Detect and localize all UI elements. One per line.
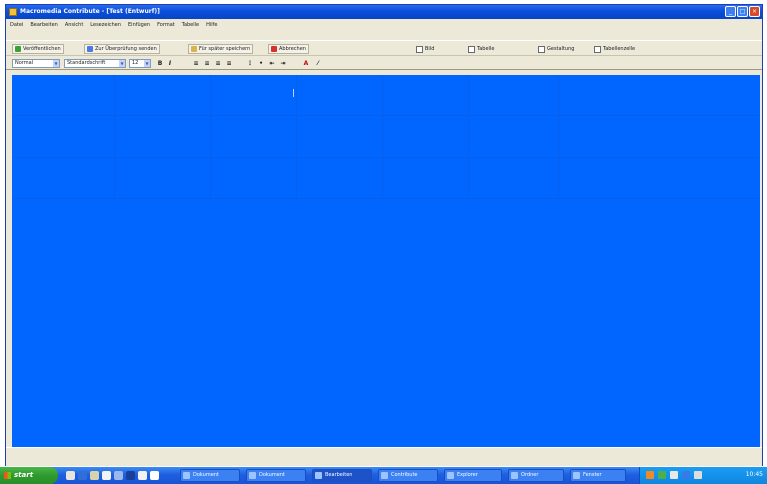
text-color-icon[interactable]: A — [302, 60, 310, 68]
checkbox-icon — [594, 45, 601, 53]
close-button[interactable]: × — [749, 6, 760, 17]
window-icon — [381, 472, 388, 479]
folder-icon[interactable] — [90, 471, 99, 480]
program-icon[interactable] — [150, 471, 159, 480]
application-window: Macromedia Contribute - [Test (Entwurf)]… — [5, 4, 763, 466]
document-icon[interactable] — [102, 471, 111, 480]
table-column-divider — [114, 75, 115, 198]
tray-icon[interactable] — [646, 471, 654, 479]
program-icon[interactable] — [114, 471, 123, 480]
window-icon — [447, 472, 454, 479]
table-column-divider — [210, 75, 211, 198]
table-column-divider — [468, 75, 469, 198]
show-desktop-icon[interactable] — [66, 471, 75, 480]
numbered-list-icon[interactable]: ⋮ — [246, 60, 254, 68]
indent-icon[interactable]: ⇥ — [279, 60, 287, 68]
taskbar-item[interactable]: Fenster — [570, 469, 626, 482]
editing-toolbar: Veröffentlichen Zur Überprüfung senden F… — [6, 40, 762, 56]
menu-table[interactable]: Tabelle — [182, 22, 199, 28]
image-icon — [416, 45, 423, 53]
status-bar — [6, 447, 762, 466]
document-editing-area[interactable] — [12, 75, 760, 447]
table-column-divider — [558, 75, 559, 198]
save-for-later-button[interactable]: Für später speichern — [188, 44, 254, 54]
program-icon[interactable] — [138, 471, 147, 480]
taskbar-item[interactable]: Contribute — [378, 469, 438, 482]
insert-image-button[interactable]: Bild — [416, 44, 434, 54]
menu-insert[interactable]: Einfügen — [128, 22, 150, 28]
browser-icon[interactable] — [78, 471, 87, 480]
table-row-divider — [12, 198, 760, 199]
highlight-icon[interactable]: ⁄ — [314, 60, 322, 68]
bullet-list-icon[interactable]: • — [257, 60, 265, 68]
system-tray: 10:45 — [639, 467, 767, 484]
tray-icon[interactable] — [658, 471, 666, 479]
cancel-icon — [271, 46, 277, 52]
window-icon — [315, 472, 322, 479]
publish-button[interactable]: Veröffentlichen — [12, 44, 64, 54]
chevron-down-icon: ▼ — [119, 60, 125, 67]
taskbar-item-active[interactable]: Bearbeiten — [312, 469, 372, 482]
taskbar-item[interactable]: Explorer — [444, 469, 502, 482]
taskbar-item[interactable]: Dokument — [180, 469, 240, 482]
windows-logo-icon — [4, 472, 11, 479]
save-icon — [191, 46, 197, 52]
table-row-divider — [12, 115, 760, 116]
clock[interactable]: 10:45 — [746, 471, 763, 478]
start-button[interactable]: start — [0, 467, 58, 484]
outdent-icon[interactable]: ⇤ — [268, 60, 276, 68]
window-icon — [511, 472, 518, 479]
menu-view[interactable]: Ansicht — [65, 22, 83, 28]
align-center-icon[interactable]: ≡ — [203, 60, 211, 68]
tray-icon[interactable] — [694, 471, 702, 479]
window-title: Macromedia Contribute - [Test (Entwurf)] — [20, 8, 160, 15]
design-checkbox[interactable]: Gestaltung — [538, 44, 574, 54]
cancel-button[interactable]: Abbrechen — [268, 44, 309, 54]
paragraph-style-select[interactable]: Normal ▼ — [12, 59, 60, 68]
submit-for-review-button[interactable]: Zur Überprüfung senden — [84, 44, 160, 54]
window-controls: _ □ × — [725, 6, 760, 17]
bold-button[interactable]: B — [156, 60, 164, 68]
program-icon[interactable] — [126, 471, 135, 480]
window-icon — [249, 472, 256, 479]
taskbar-item[interactable]: Dokument — [246, 469, 306, 482]
insert-table-button[interactable]: Tabelle — [468, 44, 494, 54]
title-bar[interactable]: Macromedia Contribute - [Test (Entwurf)]… — [6, 5, 762, 19]
taskbar: start Dokument Dokument Bearbeiten Contr… — [0, 467, 767, 484]
font-family-select[interactable]: Standardschrift ▼ — [64, 59, 126, 68]
send-icon — [87, 46, 93, 52]
menu-format[interactable]: Format — [157, 22, 175, 28]
window-icon — [183, 472, 190, 479]
menu-bookmarks[interactable]: Lesezeichen — [90, 22, 121, 28]
align-right-icon[interactable]: ≡ — [214, 60, 222, 68]
menu-bar: Datei Bearbeiten Ansicht Lesezeichen Ein… — [6, 19, 762, 30]
app-icon — [9, 8, 17, 16]
minimize-button[interactable]: _ — [725, 6, 736, 17]
format-toolbar: Normal ▼ Standardschrift ▼ 12 ▼ B I ≡ ≡ … — [6, 57, 762, 70]
volume-icon[interactable] — [670, 471, 678, 479]
chevron-down-icon: ▼ — [144, 60, 150, 67]
table-column-divider — [296, 75, 297, 198]
text-cursor — [293, 89, 294, 97]
network-icon[interactable] — [682, 471, 690, 479]
font-size-select[interactable]: 12 ▼ — [129, 59, 151, 68]
table-row-divider — [12, 157, 760, 158]
table-column-divider — [382, 75, 383, 198]
menu-help[interactable]: Hilfe — [206, 22, 217, 28]
chevron-down-icon: ▼ — [53, 60, 59, 67]
maximize-button[interactable]: □ — [737, 6, 748, 17]
publish-icon — [15, 46, 21, 52]
taskbar-item[interactable]: Ordner — [508, 469, 564, 482]
table-cell-checkbox[interactable]: Tabellenzelle — [594, 44, 635, 54]
window-icon — [573, 472, 580, 479]
align-justify-icon[interactable]: ≡ — [225, 60, 233, 68]
checkbox-icon — [538, 45, 545, 53]
menu-file[interactable]: Datei — [10, 22, 23, 28]
menu-edit[interactable]: Bearbeiten — [30, 22, 57, 28]
table-icon — [468, 45, 475, 53]
italic-button[interactable]: I — [166, 60, 174, 68]
align-left-icon[interactable]: ≡ — [192, 60, 200, 68]
